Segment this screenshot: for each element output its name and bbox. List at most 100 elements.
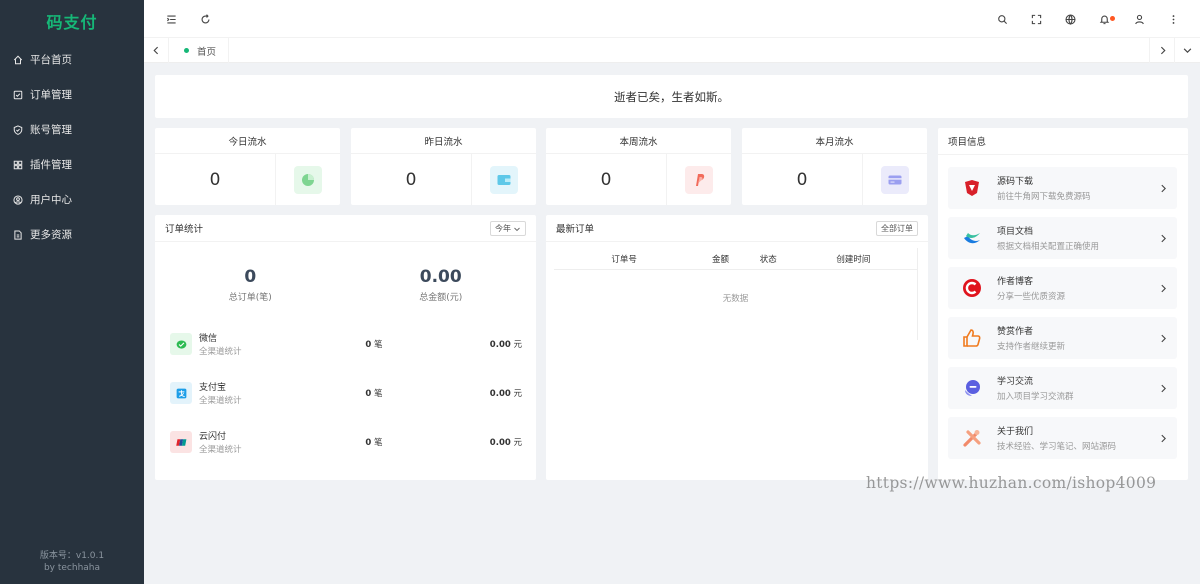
fullscreen-icon[interactable] <box>1029 12 1043 26</box>
tab-menu-chevron-down-icon[interactable] <box>1174 38 1200 63</box>
sidebar-item-label: 更多资源 <box>30 229 72 241</box>
project-item-download[interactable]: 源码下载 前往牛角网下载免费源码 <box>948 167 1177 209</box>
home-icon <box>13 55 23 65</box>
project-item-community[interactable]: 学习交流 加入项目学习交流群 <box>948 367 1177 409</box>
tab-scroll-right-icon[interactable] <box>1149 38 1174 63</box>
project-item-desc: 分享一些优质资源 <box>997 292 1066 302</box>
tab-home[interactable]: 首页 <box>169 38 229 63</box>
total-orders: 0 总订单(笔) <box>155 267 346 303</box>
project-item-desc: 前往牛角网下载免费源码 <box>997 192 1091 202</box>
order-stats-panel: 订单统计 今年 0 总订单(笔) 0.00 总金额(元) 微信 全渠道统计 0 … <box>155 215 536 480</box>
sidebar-item-label: 插件管理 <box>30 159 72 171</box>
latest-orders-panel: 最新订单 全部订单 订单号 金额 状态 创建时间 无数据 <box>546 215 928 480</box>
total-amount: 0.00 总金额(元) <box>346 267 537 303</box>
column-header[interactable]: 订单号 <box>554 253 694 265</box>
sidebar-item-home[interactable]: 平台首页 <box>0 42 144 77</box>
tab-bar: 首页 <box>144 38 1200 63</box>
total-orders-label: 总订单(笔) <box>228 293 272 303</box>
channel-amount-unit: 元 <box>513 389 522 399</box>
project-item-title: 源码下载 <box>997 177 1034 187</box>
chevron-right-icon <box>1159 382 1169 393</box>
channel-sub: 全渠道统计 <box>199 396 242 406</box>
channel-count-unit: 笔 <box>374 340 383 350</box>
channel-amount-value: 0.00 <box>489 340 511 350</box>
empty-state: 无数据 <box>722 293 749 304</box>
sidebar-item-label: 订单管理 <box>30 89 72 101</box>
version-author: by techhaha <box>43 563 101 573</box>
user-icon[interactable] <box>1132 12 1146 26</box>
docs-logo-icon <box>960 226 984 250</box>
stat-value: 0 <box>351 154 472 205</box>
app-logo[interactable]: 码支付 <box>0 0 144 42</box>
download-logo-icon <box>960 176 984 200</box>
active-tab-dot <box>184 48 189 53</box>
version-number: 版本号：v1.0.1 <box>39 551 105 561</box>
more-icon[interactable] <box>1166 12 1180 26</box>
channel-row-wechat: 微信 全渠道统计 0 笔 0.00 元 <box>170 329 522 359</box>
channel-row-unionpay: 云闪付 全渠道统计 0 笔 0.00 元 <box>170 427 522 457</box>
table-header: 订单号 金额 状态 创建时间 <box>554 248 917 270</box>
watermark-text: https://www.huzhan.com/ishop4009 <box>866 474 1157 492</box>
project-info-panel: 项目信息 源码下载 前往牛角网下载免费源码 项目文档 根据文档相关配置正确使用 … <box>938 128 1188 480</box>
column-header[interactable]: 金额 <box>694 253 746 265</box>
channel-count-value: 0 <box>365 340 372 350</box>
project-item-docs[interactable]: 项目文档 根据文档相关配置正确使用 <box>948 217 1177 259</box>
column-header[interactable]: 状态 <box>747 253 790 265</box>
motto-banner: 逝者已矣，生者如斯。 <box>155 75 1188 118</box>
channel-name: 云闪付 <box>199 432 227 442</box>
top-header <box>144 0 1200 38</box>
card-icon <box>881 165 909 194</box>
channel-count-value: 0 <box>365 438 372 448</box>
blog-logo-icon <box>960 276 984 300</box>
project-item-desc: 加入项目学习交流群 <box>997 392 1074 402</box>
search-icon[interactable] <box>995 12 1009 26</box>
menu-fold-icon[interactable] <box>164 12 178 26</box>
sidebar-item-accounts[interactable]: 账号管理 <box>0 112 144 147</box>
bell-icon[interactable] <box>1097 12 1115 26</box>
user-circle-icon <box>13 194 23 205</box>
project-item-about[interactable]: 关于我们 技术经验、学习笔记、网站源码 <box>948 417 1177 459</box>
channel-name: 微信 <box>199 334 218 344</box>
project-item-title: 赞赏作者 <box>997 327 1034 337</box>
pie-chart-icon <box>294 165 322 194</box>
grid-icon <box>13 160 23 170</box>
period-select[interactable]: 今年 <box>490 221 526 236</box>
channel-amount: 0.00 元 <box>419 338 522 350</box>
project-item-desc: 技术经验、学习笔记、网站源码 <box>997 442 1117 452</box>
tab-scroll-left-icon[interactable] <box>144 38 169 63</box>
channel-amount-value: 0.00 <box>489 438 511 448</box>
chevron-right-icon <box>1159 332 1169 343</box>
motto-text: 逝者已矣，生者如斯。 <box>614 89 729 104</box>
refresh-icon[interactable] <box>198 12 212 26</box>
channel-amount: 0.00 元 <box>419 387 522 399</box>
chevron-right-icon <box>1159 432 1169 443</box>
channel-sub: 全渠道统计 <box>199 347 242 357</box>
stat-value: 0 <box>155 154 276 205</box>
stat-value: 0 <box>546 154 667 205</box>
stat-title: 本周流水 <box>546 128 731 154</box>
project-item-donate[interactable]: 赞赏作者 支持作者继续更新 <box>948 317 1177 359</box>
chevron-right-icon <box>1159 182 1169 193</box>
channel-amount-unit: 元 <box>513 340 522 350</box>
wallet-icon <box>490 165 518 194</box>
project-item-blog[interactable]: 作者博客 分享一些优质资源 <box>948 267 1177 309</box>
sidebar-item-resources[interactable]: 更多资源 <box>0 217 144 252</box>
sidebar-item-user-center[interactable]: 用户中心 <box>0 182 144 217</box>
channel-amount-value: 0.00 <box>489 389 511 399</box>
globe-icon[interactable] <box>1063 12 1077 26</box>
period-select-value: 今年 <box>495 224 511 233</box>
sidebar-nav: 平台首页 订单管理 账号管理 插件管理 用户中心 更多资源 <box>0 42 144 252</box>
sidebar-item-orders[interactable]: 订单管理 <box>0 77 144 112</box>
sidebar-item-plugins[interactable]: 插件管理 <box>0 147 144 182</box>
column-header[interactable]: 创建时间 <box>790 253 917 265</box>
channel-count: 0 笔 <box>329 436 419 448</box>
channel-amount: 0.00 元 <box>419 436 522 448</box>
sidebar-item-label: 用户中心 <box>30 194 72 206</box>
channel-row-alipay: 支付宝 全渠道统计 0 笔 0.00 元 <box>170 378 522 408</box>
channel-amount-unit: 元 <box>513 438 522 448</box>
chevron-down-icon <box>514 227 520 231</box>
channel-count: 0 笔 <box>329 338 419 350</box>
all-orders-button[interactable]: 全部订单 <box>876 221 918 236</box>
sidebar-item-label: 账号管理 <box>30 124 72 136</box>
panel-title: 订单统计 <box>165 224 204 235</box>
